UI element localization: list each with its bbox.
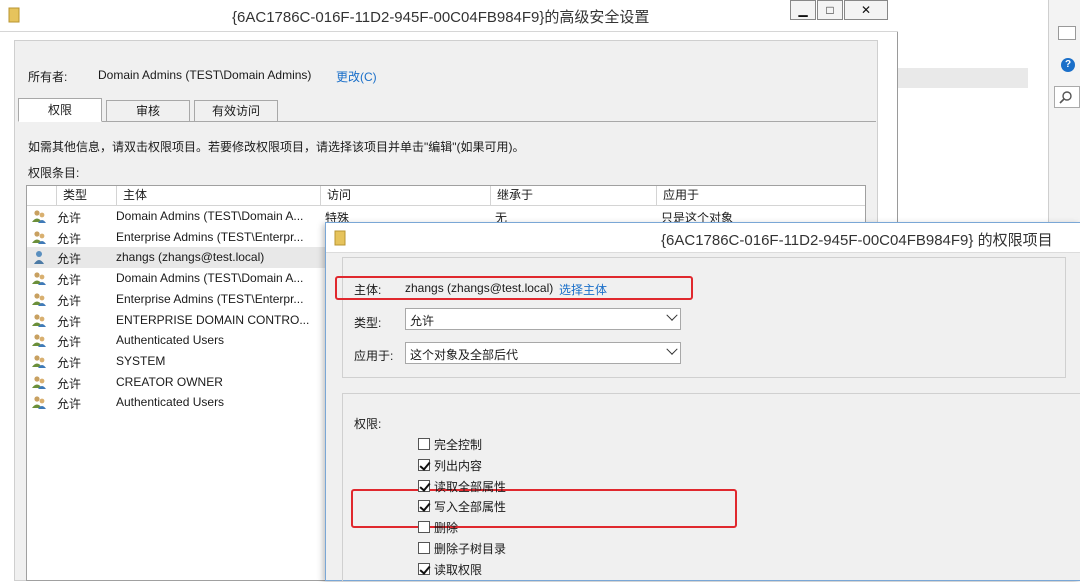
column-applies-to[interactable]: 应用于 bbox=[657, 186, 865, 206]
row-type: 允许 bbox=[57, 397, 82, 412]
folder-icon bbox=[334, 230, 346, 246]
column-access[interactable]: 访问 bbox=[321, 186, 491, 206]
owner-label: 所有者: bbox=[28, 70, 68, 84]
folder-icon bbox=[8, 7, 20, 23]
row-type: 允许 bbox=[57, 314, 82, 329]
group-icon bbox=[32, 334, 46, 348]
principal-value: zhangs (zhangs@test.local) bbox=[405, 281, 554, 295]
applies-to-label: 应用于: bbox=[354, 349, 394, 363]
table-row[interactable]: 允许 Enterprise Admins (TEST\Enterpr... bbox=[27, 289, 327, 310]
table-row[interactable]: 允许 zhangs (zhangs@test.local) bbox=[27, 247, 327, 269]
group-icon bbox=[32, 272, 46, 286]
select-principal-link[interactable]: 选择主体 bbox=[559, 281, 607, 298]
row-principal: Authenticated Users bbox=[116, 333, 225, 348]
row-type: 允许 bbox=[57, 335, 82, 350]
permission-entries-label: 权限条目: bbox=[28, 166, 80, 180]
row-principal: zhangs (zhangs@test.local) bbox=[116, 250, 265, 265]
permission-label: 列出内容 bbox=[434, 458, 483, 473]
column-icon[interactable] bbox=[27, 186, 57, 206]
permission-entry-titlebar: {6AC1786C-016F-11D2-945F-00C04FB984F9} 的… bbox=[326, 223, 1080, 253]
help-icon[interactable]: ? bbox=[1061, 58, 1075, 72]
table-row[interactable]: 允许 Domain Admins (TEST\Domain A... bbox=[27, 268, 327, 289]
selected-row-strip bbox=[898, 68, 1028, 88]
row-principal: ENTERPRISE DOMAIN CONTRO... bbox=[116, 312, 310, 327]
owner-change-link[interactable]: 更改(C) bbox=[336, 68, 377, 85]
table-row[interactable]: 允许 Enterprise Admins (TEST\Enterpr... bbox=[27, 227, 327, 248]
permission-entry-title: {6AC1786C-016F-11D2-945F-00C04FB984F9} 的… bbox=[661, 232, 1053, 249]
row-type: 允许 bbox=[57, 355, 82, 370]
table-row[interactable]: 允许 SYSTEM bbox=[27, 351, 327, 372]
chevron-down-icon bbox=[666, 309, 678, 321]
row-principal: CREATOR OWNER bbox=[116, 374, 223, 389]
row-type: 允许 bbox=[57, 376, 82, 391]
owner-value: Domain Admins (TEST\Domain Admins) bbox=[98, 68, 312, 82]
close-button[interactable]: ✕ bbox=[844, 0, 888, 20]
row-principal: Enterprise Admins (TEST\Enterpr... bbox=[116, 229, 304, 244]
permissions-label: 权限: bbox=[354, 417, 382, 431]
column-type[interactable]: 类型 bbox=[57, 186, 117, 206]
principal-label: 主体: bbox=[354, 283, 382, 297]
minimize-button[interactable]: ▁ bbox=[790, 0, 816, 20]
applies-to-select[interactable]: 这个对象及全部后代 bbox=[405, 342, 681, 364]
group-icon bbox=[32, 293, 46, 306]
user-icon bbox=[34, 251, 44, 265]
row-principal: Domain Admins (TEST\Domain A... bbox=[116, 209, 304, 223]
group-icon bbox=[32, 396, 46, 410]
checkbox[interactable] bbox=[418, 562, 430, 575]
table-row[interactable]: 允许 Authenticated Users bbox=[27, 330, 327, 351]
permission-label: 删除 bbox=[434, 521, 459, 536]
group-icon bbox=[32, 355, 46, 368]
type-select[interactable]: 允许 bbox=[405, 308, 681, 330]
row-type: 允许 bbox=[57, 293, 82, 308]
checkbox[interactable] bbox=[418, 458, 430, 471]
row-type: 允许 bbox=[57, 252, 82, 267]
applies-to-select-value: 这个对象及全部后代 bbox=[410, 348, 519, 362]
tab-auditing[interactable]: 审核 bbox=[106, 100, 190, 122]
permission-label: 读取全部属性 bbox=[434, 479, 507, 494]
search-icon[interactable] bbox=[1054, 86, 1080, 108]
row-type: 允许 bbox=[57, 273, 82, 288]
table-row[interactable]: 允许 Authenticated Users bbox=[27, 392, 327, 413]
type-select-value: 允许 bbox=[410, 314, 435, 328]
row-principal: Authenticated Users bbox=[116, 395, 225, 410]
tab-permissions[interactable]: 权限 bbox=[18, 98, 102, 122]
table-row[interactable]: 允许 Domain Admins (TEST\Domain A... bbox=[27, 206, 327, 227]
checkbox[interactable] bbox=[418, 438, 430, 450]
row-principal: Enterprise Admins (TEST\Enterpr... bbox=[116, 291, 304, 306]
maximize-button[interactable]: □ bbox=[817, 0, 843, 20]
tab-effective-access[interactable]: 有效访问 bbox=[194, 100, 278, 122]
permission-label: 读取权限 bbox=[434, 562, 483, 577]
type-label: 类型: bbox=[354, 316, 382, 330]
row-type: 允许 bbox=[57, 211, 82, 225]
row-type: 允许 bbox=[57, 231, 82, 246]
row-principal: Domain Admins (TEST\Domain A... bbox=[116, 271, 304, 286]
column-principal[interactable]: 主体 bbox=[117, 186, 321, 206]
chevron-down-icon bbox=[666, 343, 678, 355]
advanced-security-title: {6AC1786C-016F-11D2-945F-00C04FB984F9}的高… bbox=[232, 9, 650, 26]
checkbox[interactable] bbox=[418, 542, 430, 554]
advanced-security-titlebar: {6AC1786C-016F-11D2-945F-00C04FB984F9}的高… bbox=[0, 0, 898, 32]
permission-label: 完全控制 bbox=[434, 438, 483, 452]
table-row[interactable]: 允许 CREATOR OWNER bbox=[27, 372, 327, 393]
row-principal: SYSTEM bbox=[116, 353, 166, 368]
group-icon bbox=[32, 231, 46, 244]
write-all-properties-highlight bbox=[351, 489, 737, 528]
permissions-hint: 如需其他信息，请双击权限项目。若要修改权限项目，请选择该项目并单击"编辑"(如果… bbox=[28, 140, 525, 154]
table-row[interactable]: 允许 ENTERPRISE DOMAIN CONTRO... bbox=[27, 310, 327, 331]
checkbox[interactable] bbox=[418, 479, 430, 492]
checkbox[interactable] bbox=[418, 521, 430, 534]
group-icon bbox=[32, 375, 46, 389]
checkbox[interactable] bbox=[418, 500, 430, 513]
group-icon bbox=[32, 313, 46, 327]
permission-entry-dialog: {6AC1786C-016F-11D2-945F-00C04FB984F9} 的… bbox=[325, 222, 1080, 582]
nav-icon[interactable] bbox=[1058, 26, 1076, 40]
permission-label: 删除子树目录 bbox=[434, 542, 507, 556]
permission-label: 写入全部属性 bbox=[434, 500, 507, 515]
column-inherited-from[interactable]: 继承于 bbox=[491, 186, 657, 206]
group-icon bbox=[32, 210, 46, 223]
